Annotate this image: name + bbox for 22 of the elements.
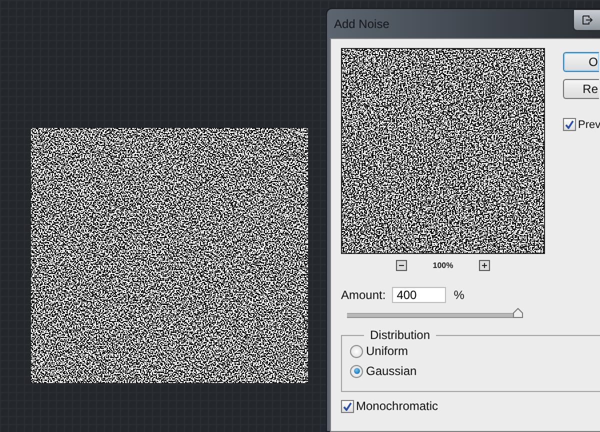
- group-title: Distribution: [369, 328, 432, 342]
- dialog-button[interactable]: Re: [563, 79, 599, 99]
- checkbox-label: Monochromatic: [356, 399, 438, 413]
- minus-icon: [398, 262, 405, 269]
- radio-button[interactable]: [350, 344, 363, 358]
- amount-field[interactable]: 400: [392, 287, 446, 303]
- dialog-button[interactable]: O: [563, 52, 599, 72]
- window-title: Add Noise: [334, 16, 390, 30]
- exit-icon: [582, 14, 592, 24]
- zoom-in-button[interactable]: [479, 260, 490, 271]
- radio-button[interactable]: [350, 364, 363, 378]
- zoom-out-button[interactable]: [396, 260, 407, 271]
- amount-label: Amount:: [341, 288, 386, 302]
- radio-label: Gaussian: [366, 364, 417, 378]
- slider-thumb[interactable]: [513, 308, 523, 318]
- unit-label: %: [454, 288, 464, 302]
- plus-icon: [481, 262, 488, 269]
- radio-label: Uniform: [366, 344, 408, 358]
- checkbox[interactable]: [563, 118, 576, 131]
- checkbox[interactable]: [341, 400, 354, 412]
- zoom-level: 100%: [432, 261, 454, 270]
- window-button[interactable]: [573, 8, 600, 30]
